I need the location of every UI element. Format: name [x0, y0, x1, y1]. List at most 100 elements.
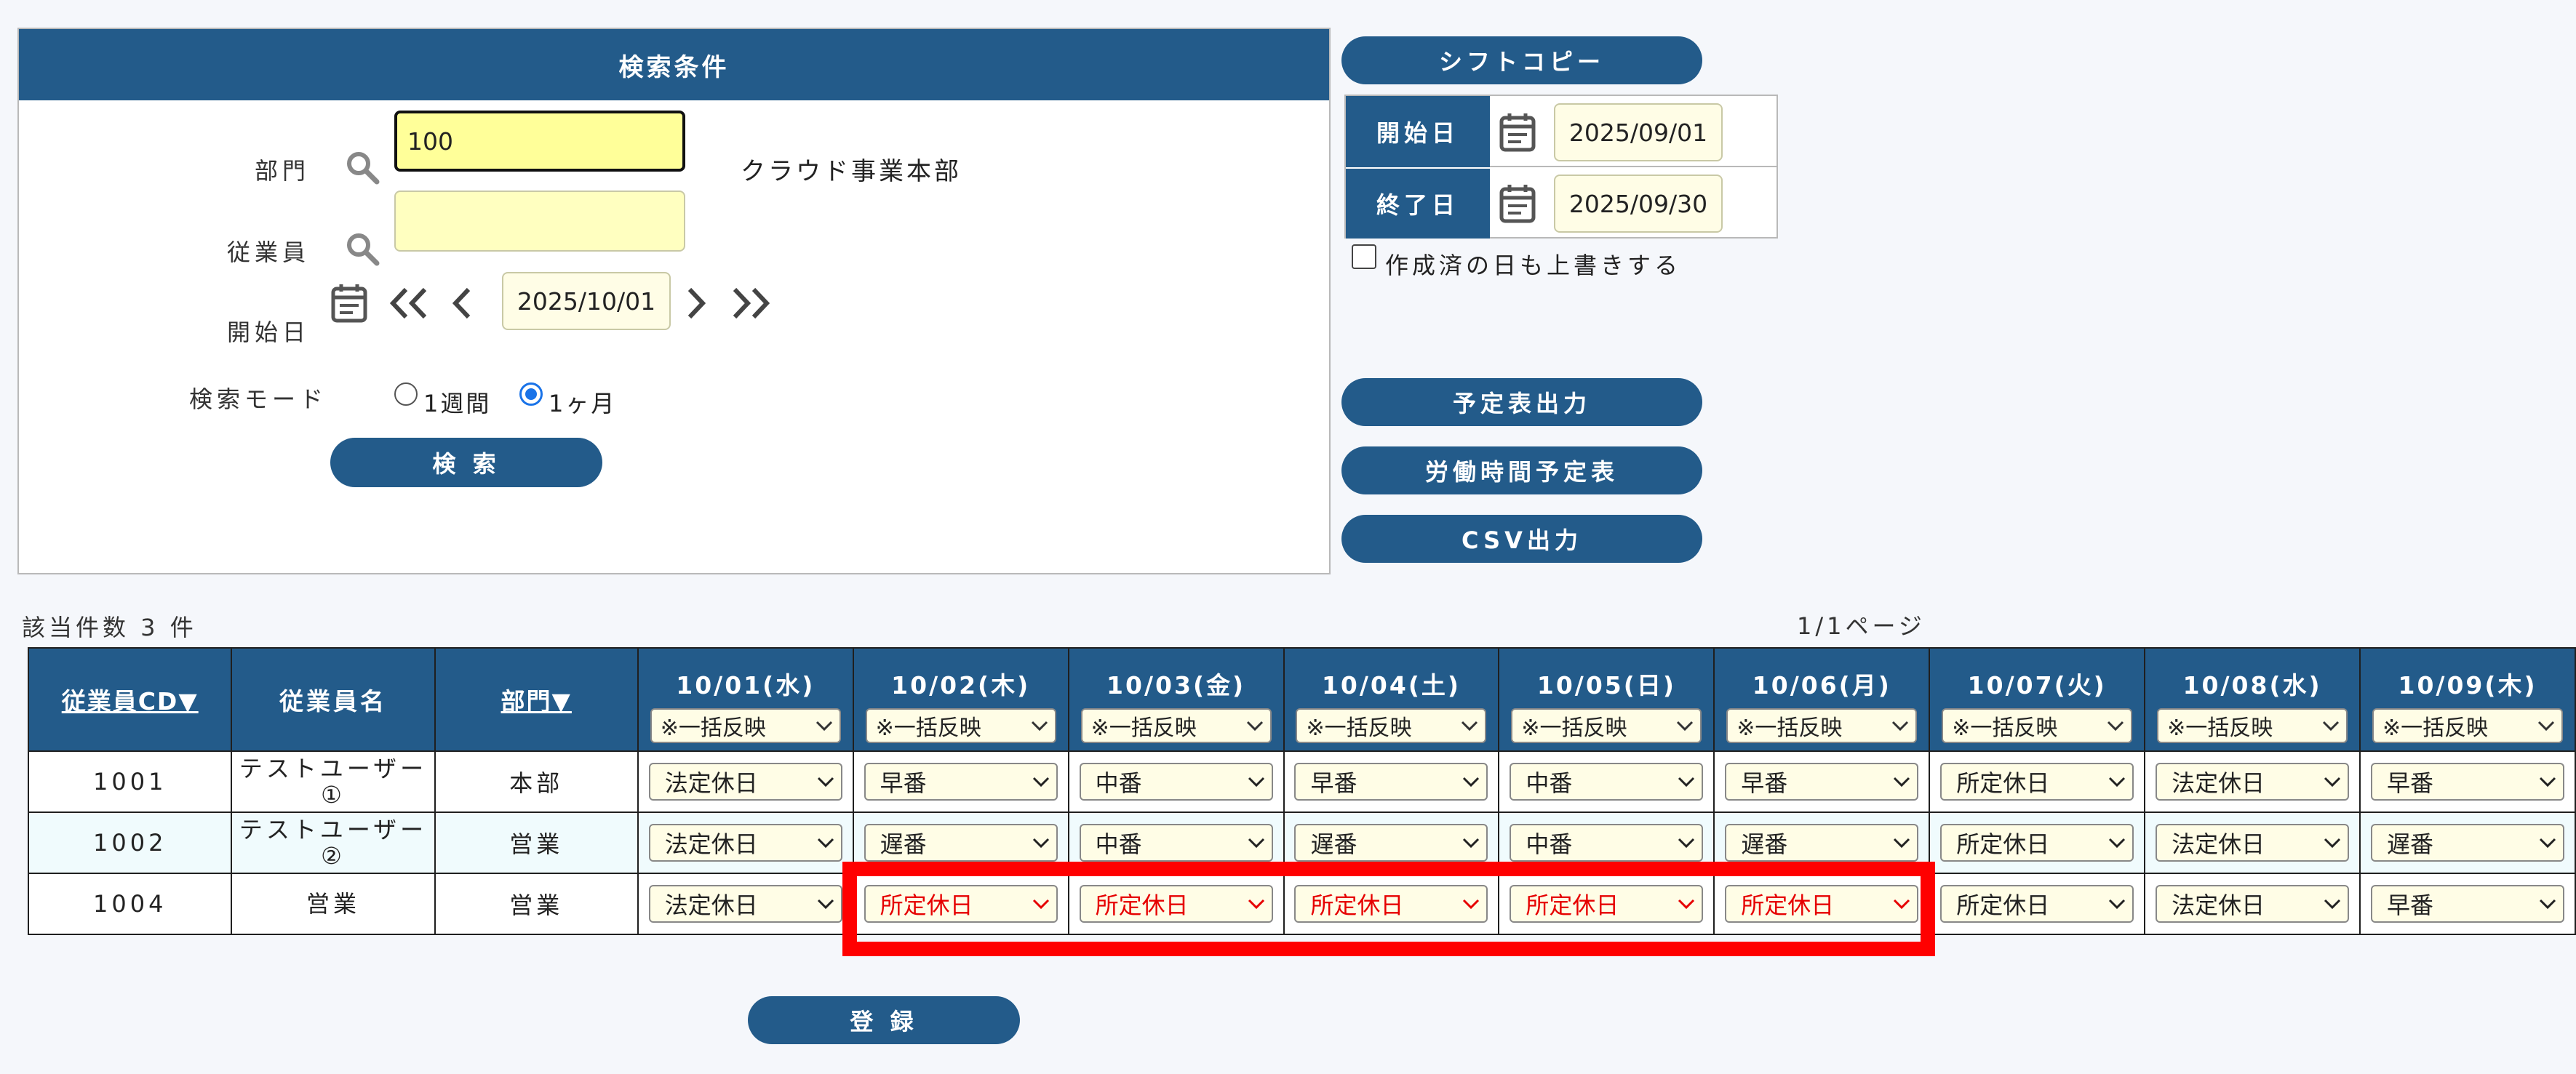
- copy-end-label: 終了日: [1346, 167, 1490, 239]
- start-date-input[interactable]: 2025/10/01: [502, 272, 671, 330]
- shift-select[interactable]: 早番: [1294, 763, 1488, 801]
- day-title: 10/02(木): [891, 671, 1031, 700]
- search-mode-label: 検索モード: [188, 385, 327, 413]
- copy-start-calendar-icon[interactable]: [1497, 111, 1538, 154]
- shift-select[interactable]: 法定休日: [648, 885, 842, 923]
- day-title: 10/07(火): [1967, 671, 2107, 700]
- day-header: 10/09(木) ※一括反映: [2359, 647, 2576, 752]
- shift-select[interactable]: 遅番: [864, 824, 1058, 862]
- day-header: 10/02(木) ※一括反映: [852, 647, 1069, 752]
- last-page-double-chevron-icon[interactable]: [729, 285, 773, 321]
- shift-select[interactable]: 早番: [864, 763, 1058, 801]
- shift-cell: 法定休日: [2144, 811, 2361, 874]
- first-page-double-chevron-icon[interactable]: [387, 285, 431, 321]
- col-employee-name: 従業員名: [231, 647, 436, 752]
- shift-select[interactable]: 法定休日: [2156, 885, 2350, 923]
- day-header: 10/03(金) ※一括反映: [1067, 647, 1285, 752]
- shift-select[interactable]: 中番: [1510, 763, 1704, 801]
- shift-select[interactable]: 法定休日: [2156, 824, 2350, 862]
- day-title: 10/09(木): [2398, 671, 2537, 700]
- bulk-apply-select[interactable]: ※一括反映: [1726, 708, 1918, 743]
- department-cell: 営業: [434, 811, 639, 874]
- col-department[interactable]: 部門▼: [434, 647, 639, 752]
- employee-cd-cell: 1001: [27, 750, 233, 813]
- shift-select[interactable]: 早番: [1725, 763, 1919, 801]
- copy-end-date-input[interactable]: 2025/09/30: [1554, 175, 1723, 233]
- employee-label: 従業員: [226, 239, 310, 266]
- bulk-apply-select[interactable]: ※一括反映: [1296, 708, 1487, 743]
- day-header: 10/05(日) ※一括反映: [1498, 647, 1715, 752]
- shift-cell: 中番: [1498, 750, 1715, 813]
- copy-end-calendar-icon[interactable]: [1497, 182, 1538, 225]
- day-header: 10/06(月) ※一括反映: [1713, 647, 1931, 752]
- shift-cell: 遅番: [2359, 811, 2576, 874]
- shift-cell: 中番: [1067, 750, 1285, 813]
- shift-select[interactable]: 所定休日: [1940, 824, 2134, 862]
- bulk-apply-select[interactable]: ※一括反映: [2372, 708, 2564, 743]
- copy-start-date-input[interactable]: 2025/09/01: [1554, 103, 1723, 161]
- employee-name-cell: 営業: [231, 873, 436, 935]
- shift-select[interactable]: 遅番: [2371, 824, 2565, 862]
- day-title: 10/06(月): [1752, 671, 1891, 700]
- employee-input[interactable]: [394, 191, 685, 252]
- shift-select[interactable]: 中番: [1510, 824, 1704, 862]
- shift-cell: 早番: [2359, 750, 2576, 813]
- dept-code-input[interactable]: 100: [394, 111, 685, 172]
- table-header-row: 従業員CD▼ 従業員名 部門▼ 10/01(水) ※一括反映 10/02(木) …: [27, 647, 2576, 752]
- search-button[interactable]: 検 索: [330, 438, 602, 487]
- shift-cell: 早番: [1713, 750, 1931, 813]
- shift-copy-button[interactable]: シフトコピー: [1341, 36, 1702, 84]
- department-cell: 本部: [434, 750, 639, 813]
- prev-chevron-icon[interactable]: [450, 285, 473, 321]
- employee-cd-cell: 1004: [27, 873, 233, 935]
- mode-month-radio[interactable]: [519, 382, 543, 406]
- day-header: 10/01(水) ※一括反映: [637, 647, 854, 752]
- day-title: 10/03(金): [1106, 671, 1246, 700]
- next-chevron-icon[interactable]: [685, 285, 709, 321]
- mode-week-label: 1週間: [423, 390, 492, 417]
- shift-cell: 早番: [2359, 873, 2576, 935]
- bulk-apply-select[interactable]: ※一括反映: [1942, 708, 2133, 743]
- shift-select[interactable]: 早番: [2371, 885, 2565, 923]
- shift-cell: 所定休日: [1929, 873, 2146, 935]
- bulk-apply-select[interactable]: ※一括反映: [650, 708, 841, 743]
- shift-select[interactable]: 法定休日: [648, 824, 842, 862]
- shift-cell: 法定休日: [2144, 873, 2361, 935]
- shift-select[interactable]: 所定休日: [1940, 885, 2134, 923]
- shift-select[interactable]: 法定休日: [648, 763, 842, 801]
- shift-select[interactable]: 法定休日: [2156, 763, 2350, 801]
- employee-search-icon[interactable]: [343, 230, 381, 268]
- bulk-apply-select[interactable]: ※一括反映: [865, 708, 1056, 743]
- bulk-apply-select[interactable]: ※一括反映: [1080, 708, 1272, 743]
- start-date-label: 開始日: [226, 318, 310, 346]
- bulk-apply-select[interactable]: ※一括反映: [1511, 708, 1702, 743]
- shift-select[interactable]: 所定休日: [1940, 763, 2134, 801]
- table-row: 1001 テストユーザー① 本部 法定休日 早番 中番 早番 中番 早番 所定休日 法定休日 早番: [27, 750, 2576, 813]
- register-button[interactable]: 登 録: [748, 996, 1020, 1044]
- shift-select[interactable]: 中番: [1079, 763, 1273, 801]
- page-indicator: 1/1ページ: [1797, 612, 1926, 640]
- bulk-apply-select[interactable]: ※一括反映: [2157, 708, 2348, 743]
- schedule-output-button[interactable]: 予定表出力: [1341, 378, 1702, 426]
- col-employee-cd[interactable]: 従業員CD▼: [27, 647, 233, 752]
- dept-search-icon[interactable]: [343, 148, 381, 186]
- dept-name-text: クラウド事業本部: [741, 157, 962, 186]
- shift-select[interactable]: 遅番: [1725, 824, 1919, 862]
- employee-name-cell: テストユーザー①: [231, 750, 436, 813]
- shift-cell: 早番: [1283, 750, 1500, 813]
- mode-month-label: 1ヶ月: [549, 390, 617, 417]
- day-header: 10/08(水) ※一括反映: [2144, 647, 2361, 752]
- search-panel: 検索条件 部門 100 クラウド事業本部 従業員 開始日 2025/10/01 …: [17, 28, 1331, 574]
- calendar-icon[interactable]: [329, 281, 370, 325]
- shift-cell: 法定休日: [2144, 750, 2361, 813]
- overwrite-checkbox[interactable]: [1352, 244, 1376, 269]
- mode-week-radio[interactable]: [394, 382, 418, 406]
- shift-select[interactable]: 遅番: [1294, 824, 1488, 862]
- shift-copy-panel: 開始日 終了日 2025/09/01 2025/09/30: [1344, 95, 1778, 239]
- shift-cell: 早番: [852, 750, 1069, 813]
- shift-select[interactable]: 中番: [1079, 824, 1273, 862]
- csv-output-button[interactable]: CSV出力: [1341, 515, 1702, 563]
- search-panel-header: 検索条件: [19, 29, 1329, 100]
- labor-schedule-button[interactable]: 労働時間予定表: [1341, 446, 1702, 494]
- shift-select[interactable]: 早番: [2371, 763, 2565, 801]
